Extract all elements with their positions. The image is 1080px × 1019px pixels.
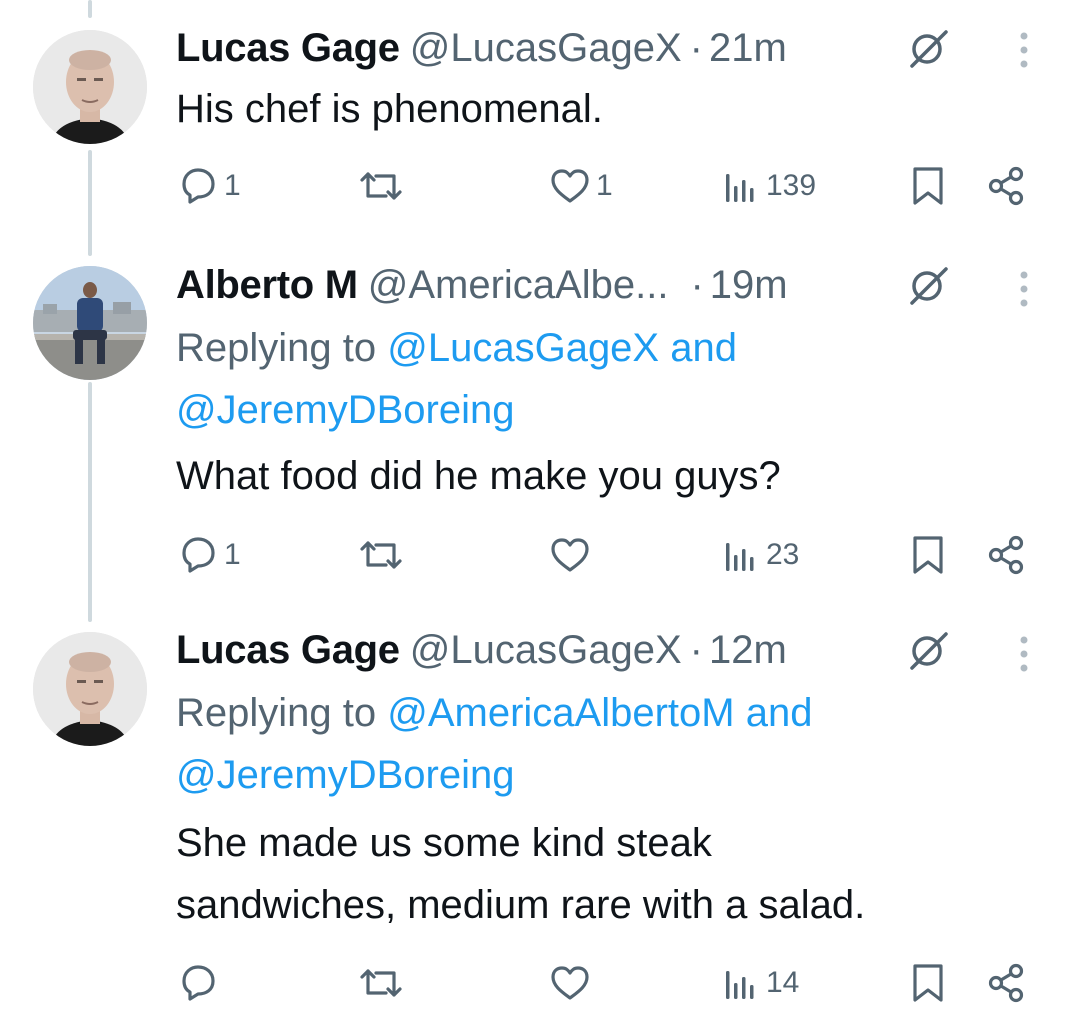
tweet-text-line: sandwiches, medium rare with a salad. [176,883,866,927]
views-button[interactable]: 23 [722,533,799,577]
reply-count: 1 [224,538,241,571]
repost-icon [360,541,402,569]
views-count: 14 [766,966,800,999]
author-handle[interactable]: @LucasGageX [410,26,682,71]
share-button[interactable] [984,961,1028,1005]
views-button[interactable]: 139 [722,164,816,208]
reply-prefix: Replying to [176,326,388,370]
reply-button[interactable]: 1 [176,164,241,208]
author-name[interactable]: Alberto M [176,263,358,308]
tweet[interactable]: Alberto M @AmericaAlbe... · 19m Replying… [0,245,1080,615]
bookmark-icon [913,167,943,205]
reply-icon [182,168,215,204]
repost-icon [360,172,402,200]
like-icon [551,966,589,1000]
mention-and[interactable]: and [735,691,813,735]
more-icon[interactable] [1012,632,1036,676]
tweet-text-line: She made us some kind steak [176,821,712,865]
action-bar: 1 23 [0,525,1080,585]
reply-context: Replying to @AmericaAlbertoM and @Jeremy… [176,682,812,806]
mention-link[interactable]: @JeremyDBoreing [176,753,515,797]
repost-button[interactable] [356,164,410,208]
like-button[interactable]: 1 [548,164,613,208]
action-bar: 1 1 139 [0,156,1080,216]
mention-link[interactable]: @JeremyDBoreing [176,388,515,432]
repost-button[interactable] [356,961,410,1005]
reply-context: Replying to @LucasGageX and @JeremyDBore… [176,317,737,441]
share-button[interactable] [984,533,1028,577]
bookmark-button[interactable] [906,961,950,1005]
repost-button[interactable] [356,533,410,577]
views-count: 23 [766,538,800,571]
share-icon [988,166,1024,206]
bookmark-icon [913,536,943,574]
views-icon [726,971,754,999]
mention-link[interactable]: @AmericaAlbertoM [387,691,734,735]
timestamp[interactable]: 21m [709,26,787,71]
reply-button[interactable] [176,961,224,1005]
separator-dot: · [689,25,703,70]
reply-icon [182,537,215,573]
mention-and[interactable]: and [659,326,737,370]
views-count: 139 [766,169,817,202]
mention-link[interactable]: @LucasGageX [387,326,659,370]
reply-prefix: Replying to [176,691,388,735]
separator-dot: · [689,627,703,672]
bookmark-button[interactable] [906,164,950,208]
separator-dot: · [690,262,704,307]
views-icon [726,543,754,571]
grok-icon[interactable] [906,26,950,70]
views-button[interactable]: 14 [722,961,799,1005]
tweet[interactable]: Lucas Gage @LucasGageX · 12m Replying to… [0,615,1080,1019]
bookmark-icon [913,964,943,1002]
action-bar: 14 [0,953,1080,1013]
author-name[interactable]: Lucas Gage [176,628,400,673]
tweet-text-line: His chef is phenomenal. [176,87,603,131]
reply-icon [182,965,215,1001]
avatar[interactable] [33,30,147,144]
more-icon[interactable] [1012,28,1036,72]
like-count: 1 [596,169,613,202]
timestamp[interactable]: 12m [709,628,787,673]
share-icon [988,963,1024,1003]
avatar[interactable] [33,632,147,746]
bookmark-button[interactable] [906,533,950,577]
views-icon [726,174,754,202]
like-button[interactable] [548,533,596,577]
reply-button[interactable]: 1 [176,533,241,577]
tweet-text: His chef is phenomenal. [176,78,603,140]
tweet[interactable]: Lucas Gage @LucasGageX · 21m His chef is… [0,0,1080,245]
author-name[interactable]: Lucas Gage [176,26,400,71]
grok-icon[interactable] [906,263,950,307]
tweet-text: She made us some kind steak sandwiches, … [176,812,865,936]
repost-icon [360,969,402,997]
like-button[interactable] [548,961,596,1005]
reply-count: 1 [224,169,241,202]
author-handle[interactable]: @LucasGageX [410,628,682,673]
timestamp[interactable]: 19m [710,263,788,308]
like-icon [551,169,589,203]
avatar[interactable] [33,266,147,380]
author-handle[interactable]: @AmericaAlbe... [368,263,669,308]
like-icon [551,538,589,572]
share-button[interactable] [984,164,1028,208]
more-icon[interactable] [1012,267,1036,311]
grok-icon[interactable] [906,628,950,672]
share-icon [988,535,1024,575]
tweet-text-line: What food did he make you guys? [176,454,781,498]
tweet-text: What food did he make you guys? [176,445,781,507]
